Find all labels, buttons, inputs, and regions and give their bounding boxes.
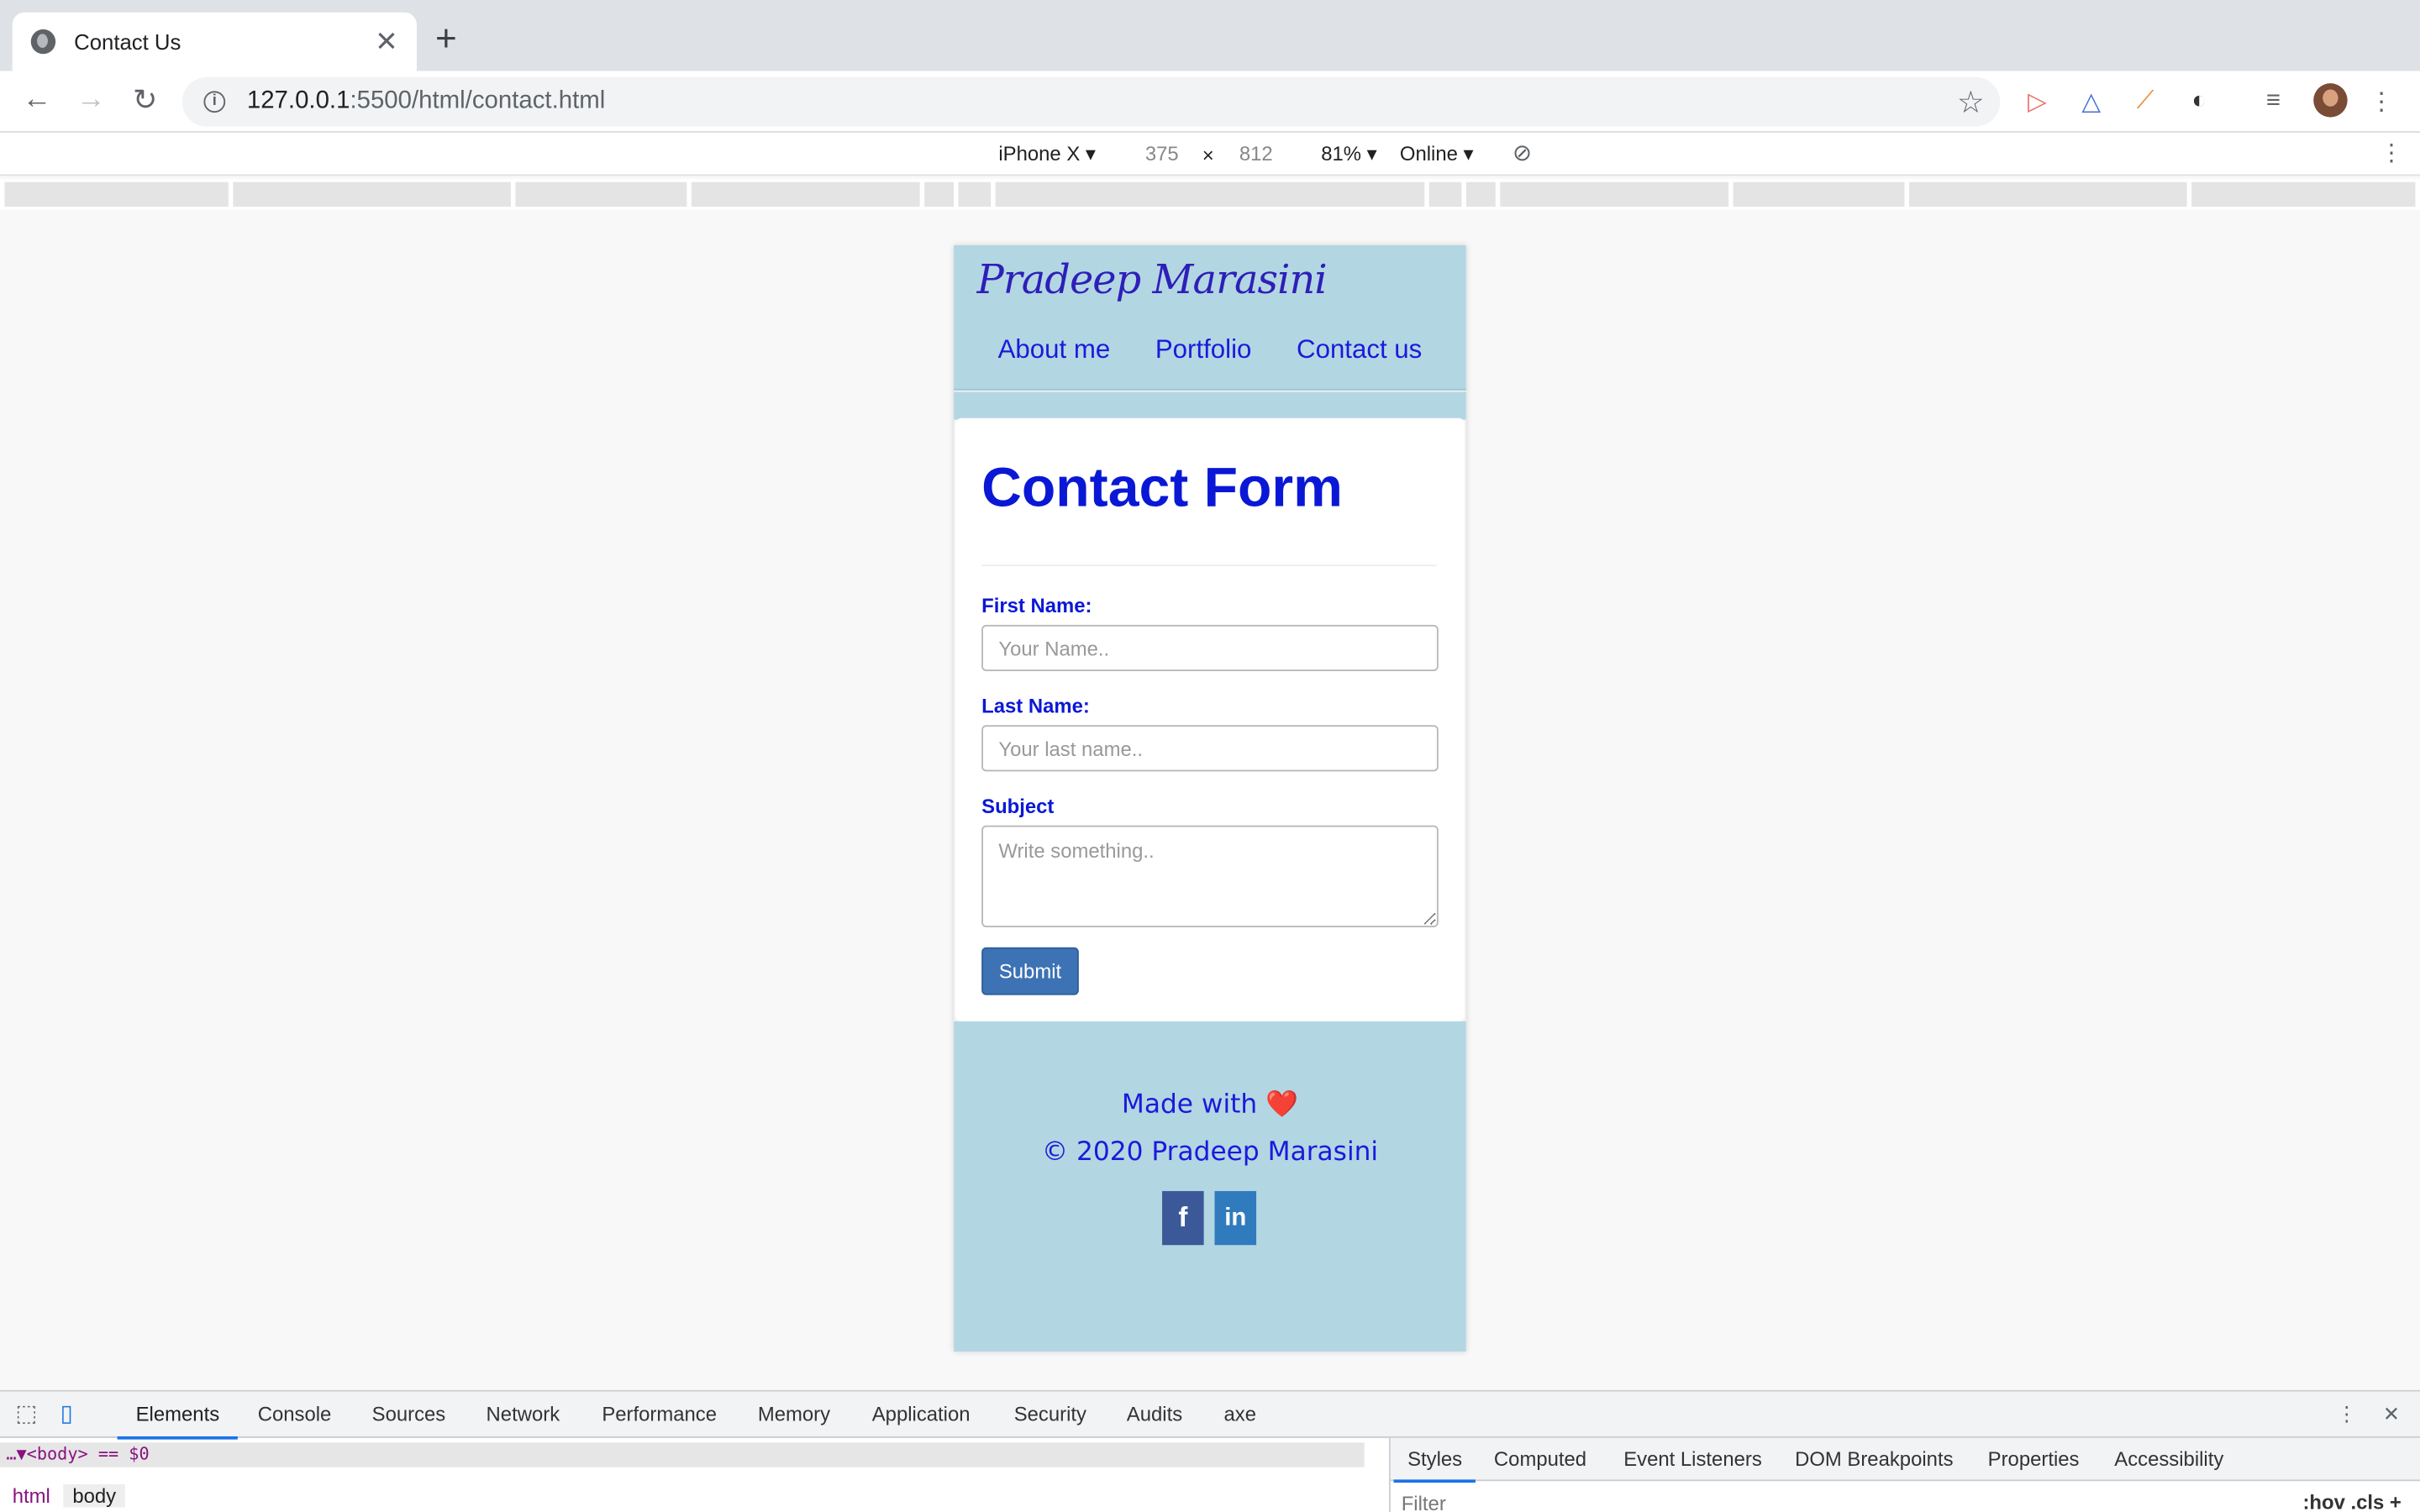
viewport-width[interactable]: 375 (1145, 142, 1179, 165)
bookmark-star-icon[interactable]: ☆ (1957, 83, 1985, 122)
ruler-segment[interactable] (995, 181, 1425, 207)
site-header: Pradeep Marasini About me Portfolio Cont… (954, 245, 1466, 391)
close-tab-icon[interactable]: ✕ (375, 25, 398, 58)
devtools-panel: ⬚ ▯ Elements Console Sources Network Per… (0, 1389, 2420, 1512)
media-icon[interactable]: ≡ (2256, 85, 2290, 118)
copyright-text: © 2020 Pradeep Marasini (1041, 1137, 1379, 1168)
styles-tab-accessibility[interactable]: Accessibility (2114, 1447, 2223, 1471)
styles-tab-properties[interactable]: Properties (1988, 1447, 2080, 1471)
heart-icon: ❤️ (1265, 1089, 1299, 1121)
site-brand[interactable]: Pradeep Marasini (977, 258, 1328, 304)
devtools-tab-bar: ⬚ ▯ Elements Console Sources Network Per… (0, 1391, 2420, 1440)
first-name-input[interactable] (981, 624, 1439, 671)
devtools-tab-console[interactable]: Console (258, 1403, 332, 1426)
ruler-segment[interactable] (924, 181, 955, 207)
devtools-menu-icon[interactable]: ⋮ (2337, 1403, 2357, 1427)
ruler-segment[interactable] (1428, 181, 1462, 207)
devtools-tab-elements[interactable]: Elements (117, 1403, 239, 1440)
device-select[interactable]: iPhone X ▾ (998, 142, 1096, 166)
devtools-tab-sources[interactable]: Sources (372, 1403, 446, 1426)
made-with-text: Made with ❤️ (1121, 1089, 1299, 1121)
styles-tab-bar: Styles Computed Event Listeners DOM Brea… (1390, 1437, 2420, 1483)
tab-title: Contact Us (74, 29, 182, 55)
header-band (954, 391, 1466, 420)
device-toggle-icon[interactable]: ▯ (60, 1399, 73, 1427)
devtools-tab-network[interactable]: Network (487, 1403, 560, 1426)
device-toolbar-menu-icon[interactable]: ⋮ (2380, 139, 2403, 166)
subject-label: Subject (981, 794, 1055, 818)
facebook-icon[interactable]: f (1162, 1190, 1204, 1246)
breadcrumb-body[interactable]: body (63, 1483, 126, 1508)
ruler-segment[interactable] (233, 181, 511, 207)
submit-button[interactable]: Submit (981, 947, 1079, 995)
ruler-segment[interactable] (691, 181, 920, 207)
ruler-segment[interactable] (1908, 181, 2187, 207)
viewport-height[interactable]: 812 (1239, 142, 1273, 165)
site-nav: About me Portfolio Contact us (954, 335, 1466, 366)
device-viewport: Pradeep Marasini About me Portfolio Cont… (954, 245, 1466, 1352)
ruler-segment[interactable] (4, 181, 229, 207)
nav-portfolio[interactable]: Portfolio (1155, 335, 1252, 366)
dark-mode-icon[interactable]: ◐ (2182, 85, 2216, 118)
nav-contact-us[interactable]: Contact us (1297, 335, 1422, 366)
ruler-segment[interactable] (2191, 181, 2416, 207)
devtools-tab-memory[interactable]: Memory (758, 1403, 830, 1426)
styles-filter-input[interactable]: Filter (1402, 1492, 1446, 1512)
devtools-close-icon[interactable]: ✕ (2383, 1403, 2400, 1427)
url-text: 127.0.0.1:5500/html/contact.html (246, 87, 606, 114)
devtools-tab-application[interactable]: Application (872, 1403, 971, 1426)
styles-filter-tools[interactable]: :hov .cls + (2302, 1490, 2401, 1512)
styles-tab-computed[interactable]: Computed (1494, 1447, 1586, 1471)
nav-about-me[interactable]: About me (998, 335, 1111, 366)
inspect-element-icon[interactable]: ⬚ (15, 1399, 37, 1427)
devtools-tab-axe[interactable]: axe (1224, 1403, 1257, 1426)
last-name-input[interactable] (981, 725, 1439, 772)
ruler-segment[interactable] (958, 181, 992, 207)
divider (981, 564, 1437, 567)
profile-avatar[interactable] (2313, 83, 2348, 118)
site-footer: Made with ❤️ © 2020 Pradeep Marasini f i… (954, 1021, 1466, 1352)
rotate-icon[interactable]: ⊘ (1512, 139, 1532, 166)
last-name-label: Last Name: (981, 694, 1090, 718)
back-icon[interactable]: ← (18, 83, 55, 117)
zoom-select[interactable]: 81% ▾ (1321, 142, 1376, 166)
extension-triangle-icon[interactable]: △ (2075, 85, 2108, 118)
dom-tree-selected-node[interactable]: …▼<body> == $0 (0, 1442, 1365, 1467)
globe-icon (30, 29, 56, 55)
linkedin-icon[interactable]: in (1214, 1190, 1257, 1246)
info-icon[interactable]: i (203, 91, 226, 113)
reload-icon[interactable]: ↻ (127, 83, 164, 118)
devtools-tab-security[interactable]: Security (1014, 1403, 1086, 1426)
network-select[interactable]: Online ▾ (1400, 142, 1474, 166)
styles-tab-styles[interactable]: Styles (1393, 1447, 1477, 1483)
styles-tab-event-listeners[interactable]: Event Listeners (1623, 1447, 1762, 1471)
ruler-segment[interactable] (1465, 181, 1496, 207)
subject-textarea[interactable] (981, 825, 1439, 927)
browser-menu-icon[interactable]: ⋮ (2365, 85, 2398, 118)
ruler-segment[interactable] (1733, 181, 1905, 207)
tab-strip: Contact Us ✕ + (0, 0, 2420, 71)
devtools-tab-audits[interactable]: Audits (1127, 1403, 1182, 1426)
breadcrumb-html[interactable]: html (3, 1484, 60, 1508)
media-query-ruler (0, 179, 2420, 210)
new-tab-icon[interactable]: + (435, 18, 457, 61)
dom-breadcrumbs: html body (0, 1481, 1389, 1512)
ruler-segment[interactable] (515, 181, 687, 207)
extension-carrot-icon[interactable]: ⟋ (2128, 85, 2162, 118)
devtools-tab-performance[interactable]: Performance (602, 1403, 717, 1426)
device-toolbar: iPhone X ▾ 375 × 812 81% ▾ Online ▾ ⊘ ⋮ (0, 132, 2420, 176)
dimension-times: × (1202, 143, 1214, 167)
address-bar[interactable]: i 127.0.0.1:5500/html/contact.html ☆ (182, 76, 2001, 127)
styles-pane: Styles Computed Event Listeners DOM Brea… (1389, 1437, 2420, 1512)
ruler-segment[interactable] (1500, 181, 1729, 207)
browser-tab[interactable]: Contact Us ✕ (12, 12, 417, 71)
extension-icon[interactable]: ▷ (2020, 85, 2054, 118)
browser-toolbar: ← → ↻ i 127.0.0.1:5500/html/contact.html… (0, 71, 2420, 133)
form-title: Contact Form (981, 454, 1343, 519)
styles-tab-dom-breakpoints[interactable]: DOM Breakpoints (1795, 1447, 1953, 1471)
first-name-label: First Name: (981, 594, 1092, 617)
forward-icon[interactable]: → (72, 83, 109, 117)
contact-form-card: Contact Form First Name: Last Name: Subj… (955, 417, 1465, 1021)
